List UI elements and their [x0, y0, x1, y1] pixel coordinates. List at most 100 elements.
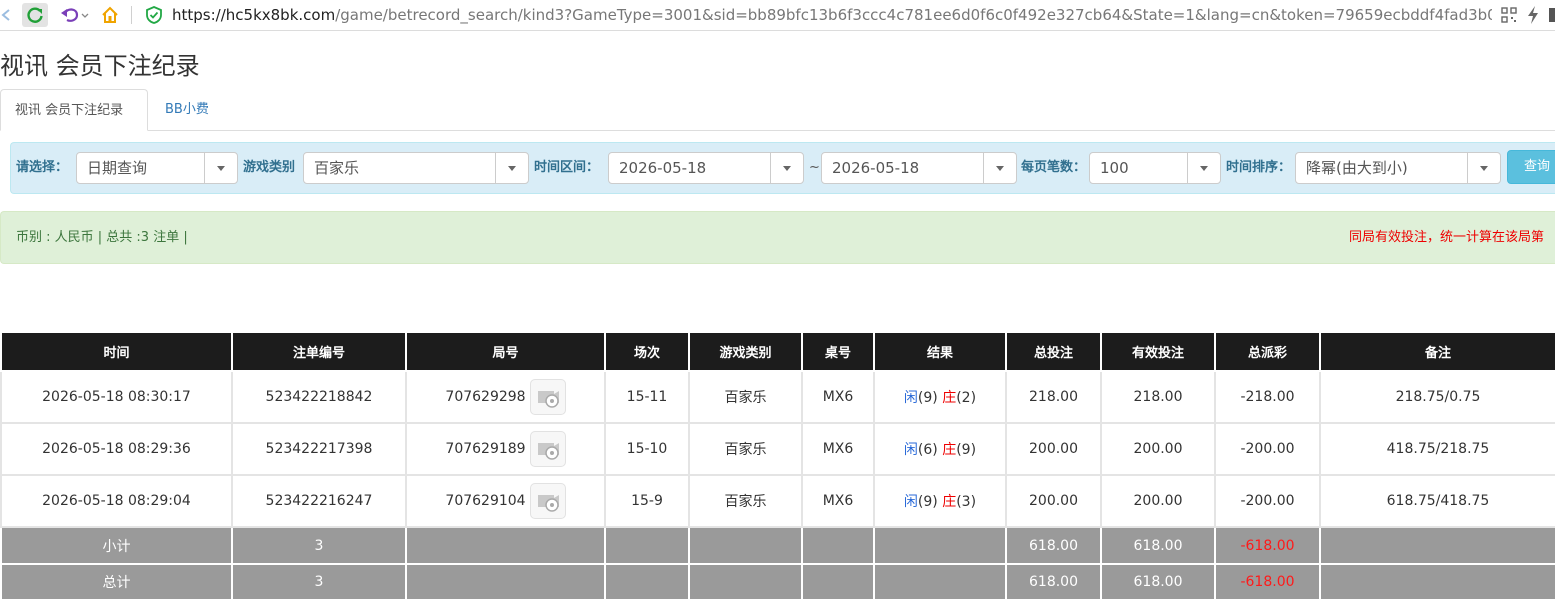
player-score: (6): [917, 442, 938, 458]
sort-select[interactable]: 降幂(由大到小): [1295, 152, 1501, 184]
address-input[interactable]: https://hc5kx8bk.com/game/betrecord_sear…: [172, 5, 1492, 25]
query-button[interactable]: 查询: [1507, 150, 1555, 184]
date-to-select[interactable]: 2026-05-18: [821, 152, 1017, 184]
lightning-icon[interactable]: [1526, 5, 1540, 25]
cell-note: 418.75/218.75: [1319, 422, 1555, 476]
empty-cell: [405, 526, 606, 565]
subtotal-valid-bet: 618.00: [1100, 526, 1216, 565]
empty-cell: [873, 526, 1007, 565]
empty-cell: [688, 526, 803, 565]
total-valid-bet: 618.00: [1100, 563, 1216, 601]
notice-text: 同局有效投注，统一计算在该局第: [1349, 230, 1545, 245]
filter-bar: 请选择： 日期查询 游戏类别 百家乐 时间区间： 2026-05-18 ~ 20…: [10, 142, 1555, 194]
video-replay-icon[interactable]: [529, 483, 566, 519]
cell-game-type: 百家乐: [688, 370, 803, 424]
query-mode-value: 日期查询: [87, 159, 148, 177]
video-replay-icon[interactable]: [529, 431, 566, 467]
tab-bb-tip[interactable]: BB小费: [151, 89, 223, 131]
cell-payout: -200.00: [1214, 474, 1321, 528]
empty-cell: [688, 563, 803, 601]
home-icon[interactable]: [98, 3, 122, 27]
banker-score: (9): [956, 442, 977, 458]
back-icon[interactable]: [0, 3, 14, 27]
player-score: (9): [917, 390, 938, 406]
query-mode-select[interactable]: 日期查询: [76, 152, 238, 184]
sort-value: 降幂(由大到小): [1306, 159, 1408, 177]
empty-cell: [1319, 563, 1555, 601]
col-game-type: 游戏类别: [688, 333, 803, 372]
total-label: 总计: [0, 563, 233, 601]
chevron-down-icon: [770, 153, 803, 183]
cell-table-no: MX6: [801, 370, 875, 424]
table-row: 2026-05-18 08:30:17 523422218842 707629298…: [0, 370, 1555, 424]
cell-session: 15-9: [604, 474, 690, 528]
table-row: 2026-05-18 08:29:36 523422217398 707629189…: [0, 422, 1555, 476]
col-order-no: 注单编号: [231, 333, 407, 372]
total-count: 3: [231, 563, 407, 601]
round-no-text: 707629189: [445, 441, 526, 457]
cell-time: 2026-05-18 08:29:36: [0, 422, 233, 476]
cell-result: 闲(6) 庄(9): [873, 422, 1007, 476]
tab-bar: 视讯 会员下注纪录 BB小费: [0, 89, 1555, 131]
total-payout: -618.00: [1214, 563, 1321, 601]
col-round-no: 局号: [405, 333, 606, 372]
game-type-value: 百家乐: [314, 159, 360, 177]
col-table-no: 桌号: [801, 333, 875, 372]
cell-total-bet: 200.00: [1005, 422, 1102, 476]
cell-session: 15-10: [604, 422, 690, 476]
choose-label: 请选择：: [16, 160, 69, 175]
banker-score: (3): [956, 494, 977, 510]
empty-cell: [1319, 526, 1555, 565]
game-type-label: 游戏类别: [243, 160, 296, 175]
total-row: 总计 3 618.00 618.00 -618.00: [0, 563, 1555, 601]
cell-payout: -200.00: [1214, 422, 1321, 476]
sort-label: 时间排序：: [1226, 160, 1292, 175]
chevron-down-icon: [495, 153, 528, 183]
video-replay-icon[interactable]: [529, 379, 566, 415]
cell-total-bet: 200.00: [1005, 474, 1102, 528]
undo-icon[interactable]: [58, 3, 90, 27]
game-type-select[interactable]: 百家乐: [303, 152, 529, 184]
empty-cell: [801, 563, 875, 601]
per-page-select[interactable]: 100: [1089, 152, 1221, 184]
banker-score: (2): [956, 390, 977, 406]
subtotal-row: 小计 3 618.00 618.00 -618.00: [0, 526, 1555, 565]
table-row: 2026-05-18 08:29:04 523422216247 707629104…: [0, 474, 1555, 528]
round-no-text: 707629104: [445, 493, 526, 509]
empty-cell: [405, 563, 606, 601]
date-from-select[interactable]: 2026-05-18: [608, 152, 804, 184]
banker-label: 庄: [942, 390, 957, 406]
cell-payout: -218.00: [1214, 370, 1321, 424]
cell-valid-bet: 200.00: [1100, 474, 1216, 528]
cell-note: 618.75/418.75: [1319, 474, 1555, 528]
banker-label: 庄: [942, 494, 957, 510]
player-label: 闲: [903, 494, 918, 510]
url-path: /game/betrecord_search/kind3?GameType=30…: [335, 6, 1492, 24]
cell-order-no: 523422217398: [231, 422, 407, 476]
menu-edge-icon[interactable]: [1549, 8, 1555, 22]
qr-icon[interactable]: [1500, 6, 1518, 24]
col-valid-bet: 有效投注: [1100, 333, 1216, 372]
empty-cell: [604, 563, 690, 601]
tab-bet-record[interactable]: 视讯 会员下注纪录: [0, 89, 148, 131]
time-range-label: 时间区间：: [534, 160, 600, 175]
col-payout: 总派彩: [1214, 333, 1321, 372]
subtotal-label: 小计: [0, 526, 233, 565]
reload-icon[interactable]: [22, 3, 48, 27]
chevron-down-icon: [204, 153, 237, 183]
cell-table-no: MX6: [801, 422, 875, 476]
cell-round-no: 707629189: [405, 422, 606, 476]
cell-order-no: 523422216247: [231, 474, 407, 528]
subtotal-count: 3: [231, 526, 407, 565]
empty-cell: [604, 526, 690, 565]
subtotal-total-bet: 618.00: [1005, 526, 1102, 565]
player-label: 闲: [903, 442, 918, 458]
col-session: 场次: [604, 333, 690, 372]
cell-result: 闲(9) 庄(3): [873, 474, 1007, 528]
cell-note: 218.75/0.75: [1319, 370, 1555, 424]
shield-icon[interactable]: [144, 5, 164, 25]
summary-text: 币别 : 人民币 | 总共 :3 注单 |: [16, 230, 188, 245]
empty-cell: [873, 563, 1007, 601]
chevron-down-icon: [1187, 153, 1220, 183]
cell-total-bet: 218.00: [1005, 370, 1102, 424]
